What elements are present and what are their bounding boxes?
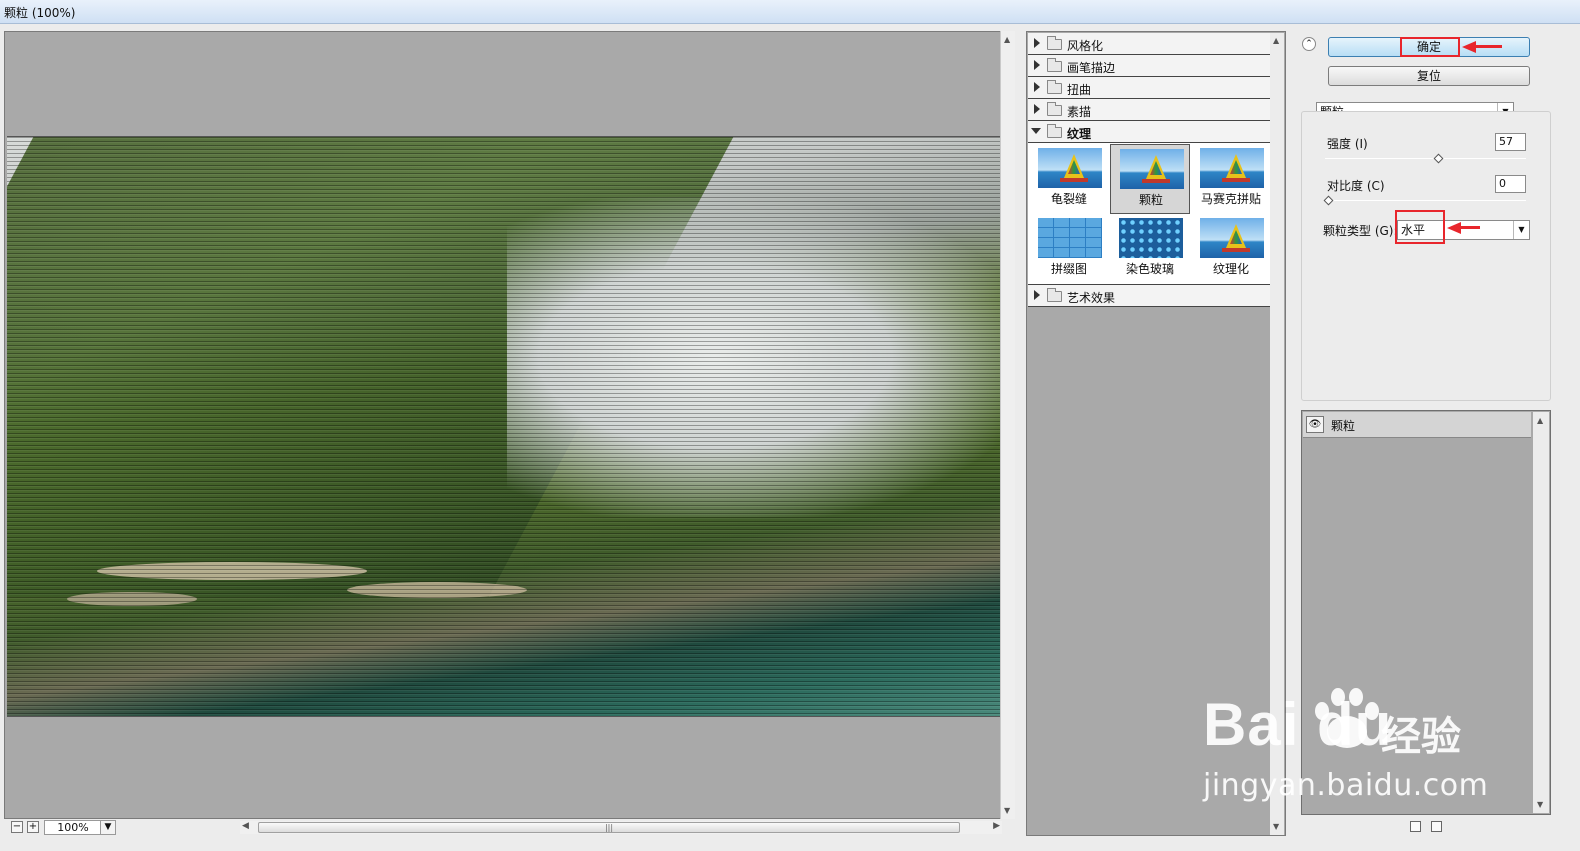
- category-label: 画笔描边: [1067, 61, 1116, 75]
- window-titlebar: 颗粒 (100%): [0, 0, 1580, 24]
- collapse-triangle-icon: [1031, 128, 1041, 134]
- reset-button-label: 复位: [1416, 69, 1441, 83]
- contrast-input[interactable]: 0: [1495, 175, 1526, 193]
- filter-thumb-mosaic-tiles[interactable]: 马赛克拼贴: [1191, 144, 1271, 214]
- layers-scrollbar[interactable]: ▲ ▼: [1533, 412, 1549, 813]
- filter-thumb-label: 拼缀图: [1050, 262, 1087, 276]
- filter-thumb-stained-glass[interactable]: 染色玻璃: [1110, 214, 1190, 284]
- filter-thumb-label: 龟裂缝: [1050, 192, 1087, 206]
- expand-triangle-icon: [1034, 290, 1040, 300]
- folder-icon: [1047, 288, 1062, 302]
- filter-thumb-texturizer[interactable]: 纹理化: [1191, 214, 1271, 284]
- sailboat-thumbnail: [1200, 148, 1264, 188]
- sailboat-thumbnail: [1038, 148, 1102, 188]
- effect-layer-row[interactable]: 👁 颗粒: [1303, 412, 1531, 438]
- preview-horizontal-scrollbar[interactable]: ◀ ||| ▶: [240, 821, 1002, 834]
- window-title: 颗粒 (100%): [4, 6, 76, 20]
- category-artistic[interactable]: 艺术效果: [1028, 285, 1272, 307]
- annotation-arrow: [1458, 226, 1480, 229]
- category-label: 艺术效果: [1067, 291, 1116, 305]
- texture-thumbnails: 龟裂缝 颗粒 马赛克拼贴 拼缀图 染色玻璃 纹理化: [1028, 143, 1272, 285]
- expand-triangle-icon: [1034, 82, 1040, 92]
- intensity-input[interactable]: 57: [1495, 133, 1526, 151]
- scroll-down-icon[interactable]: ▼: [1273, 822, 1279, 831]
- category-distort[interactable]: 扭曲: [1028, 77, 1272, 99]
- collapse-gallery-icon[interactable]: ⌃: [1302, 37, 1316, 51]
- filter-thumb-grain[interactable]: 颗粒: [1110, 144, 1190, 214]
- category-texture[interactable]: 纹理: [1028, 121, 1272, 143]
- folder-open-icon: [1047, 124, 1062, 138]
- scroll-down-icon[interactable]: ▼: [1537, 800, 1543, 809]
- zoom-bar: − + 100% ▼ ◀ ||| ▶: [4, 819, 1015, 837]
- contrast-slider[interactable]: [1323, 195, 1526, 206]
- zoom-dropdown-button[interactable]: ▼: [100, 820, 116, 835]
- filter-thumb-label: 颗粒: [1138, 193, 1163, 207]
- paw-logo-icon: [1307, 684, 1389, 762]
- stained-glass-thumbnail: [1119, 218, 1183, 258]
- annotation-arrow: [1474, 45, 1502, 48]
- scroll-up-icon[interactable]: ▲: [1537, 416, 1543, 425]
- reset-button[interactable]: 复位: [1328, 66, 1530, 86]
- new-effect-layer-icon[interactable]: [1410, 821, 1421, 832]
- folder-icon: [1047, 36, 1062, 50]
- folder-icon: [1047, 80, 1062, 94]
- folder-icon: [1047, 102, 1062, 116]
- annotation-arrow-head: [1447, 222, 1461, 234]
- chevron-down-icon: ▼: [1513, 221, 1529, 239]
- zoom-out-button[interactable]: −: [11, 821, 23, 833]
- delete-effect-layer-icon[interactable]: [1431, 821, 1442, 832]
- grain-horizontal-overlay: [7, 137, 1001, 716]
- filter-thumb-label: 马赛克拼贴: [1200, 192, 1261, 206]
- effect-layer-label: 颗粒: [1331, 419, 1356, 433]
- chevron-down-icon: ▼: [104, 822, 112, 832]
- contrast-label: 对比度 (C): [1327, 179, 1385, 193]
- annotation-box: [1400, 37, 1460, 57]
- grip-icon: |||: [604, 823, 614, 832]
- scroll-right-icon[interactable]: ▶: [993, 821, 1000, 831]
- eye-icon[interactable]: 👁: [1306, 416, 1324, 433]
- intensity-slider[interactable]: [1325, 153, 1526, 164]
- filter-parameters: 强度 (I) 57 对比度 (C) 0 颗粒类型 (G): 水平 ▼: [1301, 111, 1551, 401]
- folder-icon: [1047, 58, 1062, 72]
- scroll-down-icon[interactable]: ▼: [1004, 806, 1010, 815]
- zoom-field[interactable]: 100%: [44, 820, 102, 835]
- category-label: 纹理: [1067, 127, 1092, 141]
- preview-vertical-scrollbar[interactable]: ▲ ▼: [1000, 31, 1015, 819]
- expand-triangle-icon: [1034, 104, 1040, 114]
- filter-thumb-patchwork[interactable]: 拼缀图: [1029, 214, 1109, 284]
- intensity-label: 强度 (I): [1327, 137, 1368, 151]
- filter-thumb-craquelure[interactable]: 龟裂缝: [1029, 144, 1109, 214]
- baidu-watermark: Bai du 经验 jingyan.baidu.com: [1203, 688, 1503, 820]
- expand-triangle-icon: [1034, 38, 1040, 48]
- preview-canvas[interactable]: [4, 31, 1015, 819]
- sailboat-thumbnail: [1120, 149, 1184, 189]
- slider-knob[interactable]: [1433, 153, 1444, 164]
- preview-image: [7, 136, 1001, 717]
- category-label: 扭曲: [1067, 83, 1092, 97]
- slider-knob[interactable]: [1323, 195, 1334, 206]
- annotation-arrow-head: [1462, 41, 1476, 53]
- expand-triangle-icon: [1034, 60, 1040, 70]
- zoom-in-button[interactable]: +: [27, 821, 39, 833]
- filter-thumb-label: 染色玻璃: [1125, 262, 1174, 276]
- scroll-left-icon[interactable]: ◀: [242, 821, 249, 831]
- category-stylize[interactable]: 风格化: [1028, 33, 1272, 55]
- scrollbar-thumb[interactable]: |||: [258, 822, 960, 833]
- category-label: 素描: [1067, 105, 1092, 119]
- category-sketch[interactable]: 素描: [1028, 99, 1272, 121]
- category-label: 风格化: [1067, 39, 1104, 53]
- sailboat-thumbnail: [1200, 218, 1264, 258]
- scroll-up-icon[interactable]: ▲: [1273, 36, 1279, 45]
- watermark-cn: 经验: [1381, 714, 1461, 760]
- filter-thumb-label: 纹理化: [1212, 262, 1249, 276]
- category-brush-strokes[interactable]: 画笔描边: [1028, 55, 1272, 77]
- tile-thumbnail: [1038, 218, 1102, 258]
- annotation-box: [1395, 210, 1445, 244]
- scroll-up-icon[interactable]: ▲: [1004, 35, 1010, 44]
- watermark-url: jingyan.baidu.com: [1203, 768, 1489, 803]
- grain-type-label: 颗粒类型 (G):: [1323, 224, 1398, 238]
